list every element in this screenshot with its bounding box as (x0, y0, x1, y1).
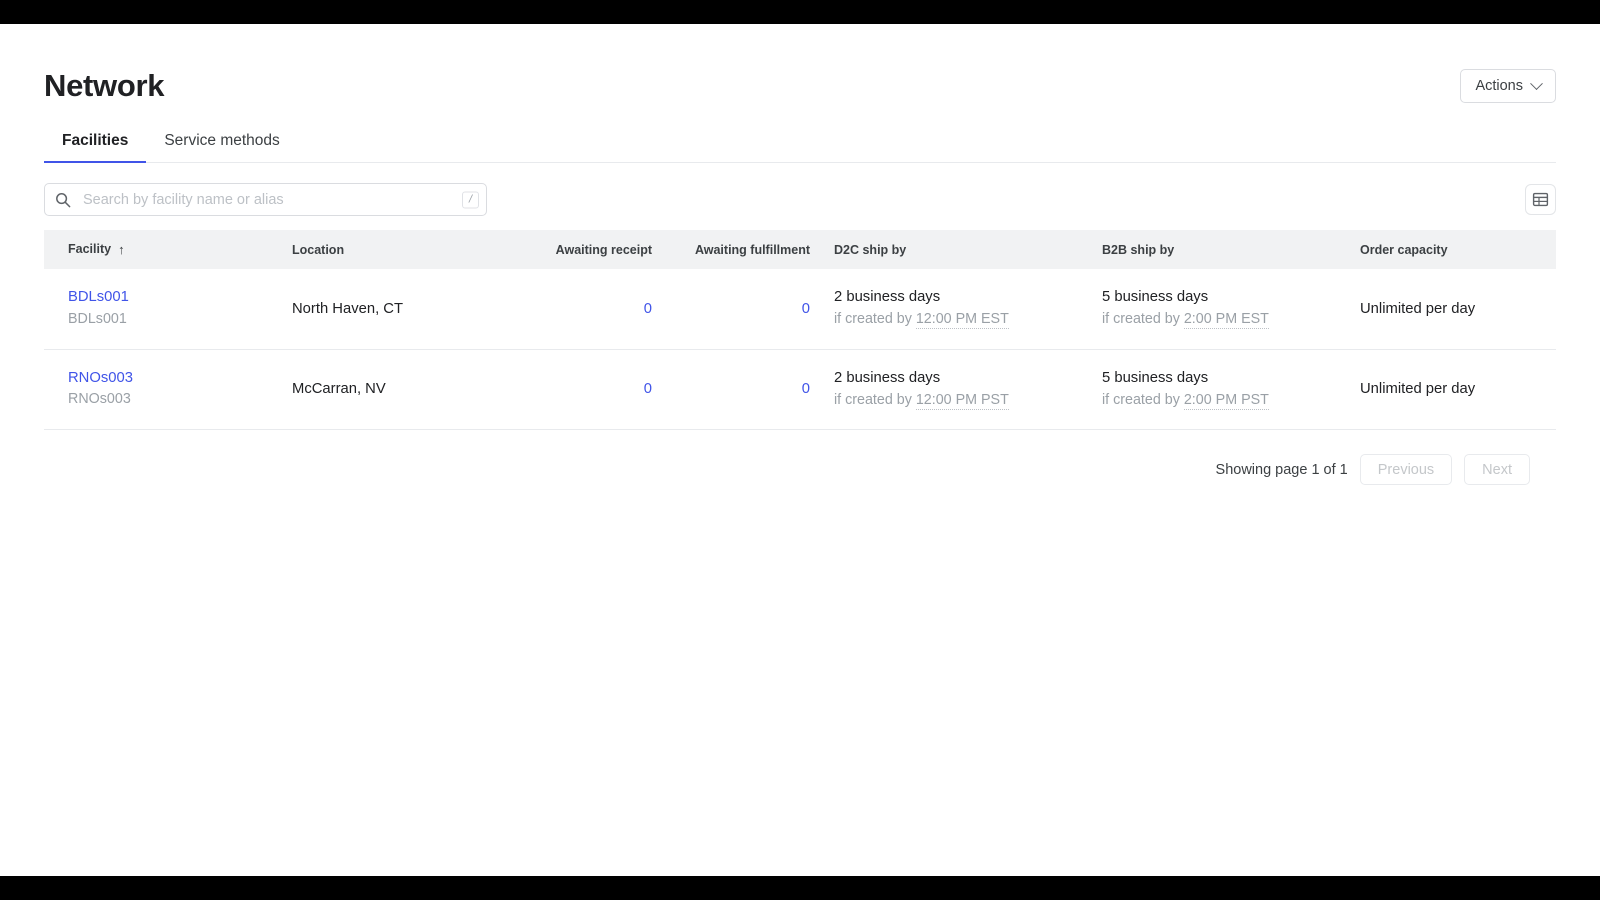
table-row[interactable]: RNOs003 RNOs003 McCarran, NV 0 0 2 busin… (44, 349, 1556, 431)
next-page-button[interactable]: Next (1464, 454, 1530, 486)
column-header-location[interactable]: Location (292, 230, 504, 269)
b2b-ship-days: 5 business days (1102, 289, 1209, 305)
order-capacity-cell: Unlimited per day (1360, 349, 1556, 431)
d2c-ship-cutoff: if created by 12:00 PM EST (834, 308, 1102, 330)
facility-link[interactable]: RNOs003 (68, 368, 292, 389)
column-header-d2c-ship-by[interactable]: D2C ship by (834, 230, 1102, 269)
actions-button[interactable]: Actions (1460, 69, 1556, 103)
table-columns-icon (1532, 192, 1549, 207)
awaiting-receipt-cell[interactable]: 0 (504, 349, 676, 431)
table-row[interactable]: BDLs001 BDLs001 North Haven, CT 0 0 2 bu… (44, 269, 1556, 350)
column-header-awaiting-receipt[interactable]: Awaiting receipt (504, 230, 676, 269)
network-page: Network Actions Facilities Service metho… (0, 24, 1600, 486)
facility-cell: RNOs003 RNOs003 (44, 349, 292, 431)
b2b-ship-days: 5 business days (1102, 369, 1209, 386)
table-toolbar: / (44, 183, 1556, 216)
facility-alias: RNOs003 (68, 391, 131, 408)
actions-button-label: Actions (1475, 78, 1523, 94)
b2b-ship-cutoff: if created by 2:00 PM PST (1102, 389, 1360, 411)
search-input[interactable] (44, 183, 487, 216)
d2c-ship-by-cell: 2 business days if created by 12:00 PM E… (834, 269, 1102, 350)
pagination: Showing page 1 of 1 Previous Next (44, 454, 1556, 486)
page-title: Network (44, 68, 165, 103)
awaiting-fulfillment-cell[interactable]: 0 (676, 349, 834, 431)
sort-ascending-icon: ↑ (118, 242, 125, 257)
b2b-ship-by-cell: 5 business days if created by 2:00 PM ES… (1102, 269, 1360, 350)
pagination-status: Showing page 1 of 1 (1215, 461, 1348, 478)
b2b-cutoff-time[interactable]: 2:00 PM PST (1183, 392, 1269, 411)
b2b-cutoff-time[interactable]: 2:00 PM EST (1183, 311, 1269, 330)
table-header-row: Facility ↑ Location Awaiting receipt Awai… (44, 230, 1556, 269)
d2c-ship-days: 2 business days (834, 369, 941, 386)
column-header-facility-label: Facility (68, 242, 112, 256)
column-header-order-capacity[interactable]: Order capacity (1360, 230, 1556, 269)
d2c-ship-by-cell: 2 business days if created by 12:00 PM P… (834, 349, 1102, 431)
browser-chrome-bottom (0, 876, 1600, 900)
d2c-cutoff-time[interactable]: 12:00 PM EST (915, 311, 1009, 330)
tab-facilities[interactable]: Facilities (44, 126, 147, 163)
facility-link[interactable]: BDLs001 (68, 287, 292, 308)
table-columns-icon-button[interactable] (1525, 184, 1556, 215)
location-cell: North Haven, CT (292, 269, 504, 350)
d2c-cutoff-prefix: if created by (834, 311, 916, 328)
browser-chrome-top (0, 0, 1600, 24)
facilities-table: Facility ↑ Location Awaiting receipt Awai… (44, 230, 1556, 431)
previous-page-button[interactable]: Previous (1359, 454, 1453, 486)
d2c-cutoff-time[interactable]: 12:00 PM PST (915, 392, 1009, 411)
b2b-ship-cutoff: if created by 2:00 PM EST (1102, 308, 1360, 330)
d2c-ship-cutoff: if created by 12:00 PM PST (834, 389, 1102, 411)
search-shortcut-badge: / (462, 191, 479, 208)
app-viewport: Network Actions Facilities Service metho… (0, 24, 1600, 876)
d2c-cutoff-prefix: if created by (834, 392, 916, 409)
awaiting-fulfillment-cell[interactable]: 0 (676, 269, 834, 350)
d2c-ship-days: 2 business days (834, 289, 941, 305)
tab-service-methods[interactable]: Service methods (146, 126, 297, 162)
page-header: Network Actions (44, 64, 1556, 108)
location-cell: McCarran, NV (292, 349, 504, 431)
search-container: / (44, 183, 487, 216)
column-header-awaiting-fulfillment[interactable]: Awaiting fulfillment (676, 230, 834, 269)
awaiting-receipt-cell[interactable]: 0 (504, 269, 676, 350)
b2b-cutoff-prefix: if created by (1102, 311, 1184, 328)
tab-bar: Facilities Service methods (44, 126, 1556, 163)
column-header-b2b-ship-by[interactable]: B2B ship by (1102, 230, 1360, 269)
facility-alias: BDLs001 (68, 310, 127, 327)
chevron-down-icon (1530, 76, 1543, 90)
b2b-ship-by-cell: 5 business days if created by 2:00 PM PS… (1102, 349, 1360, 431)
order-capacity-cell: Unlimited per day (1360, 269, 1556, 350)
column-header-facility[interactable]: Facility ↑ (44, 230, 292, 269)
b2b-cutoff-prefix: if created by (1102, 392, 1184, 409)
facility-cell: BDLs001 BDLs001 (44, 269, 292, 350)
